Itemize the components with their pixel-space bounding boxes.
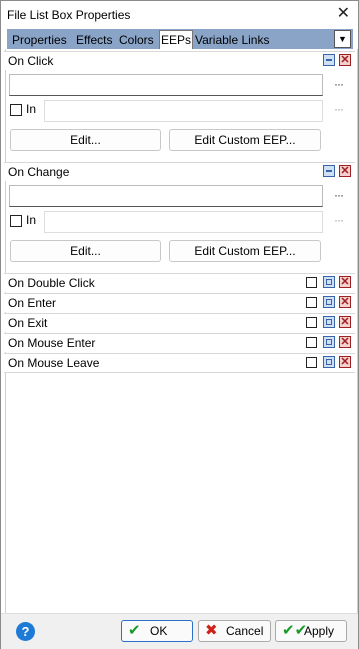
enable-checkbox[interactable]: [306, 277, 317, 288]
remove-icon[interactable]: ✕: [339, 165, 351, 177]
enable-checkbox[interactable]: [306, 317, 317, 328]
section-on-mouse-enter-header: On Mouse Enter ✕: [4, 333, 355, 352]
on-change-action-field[interactable]: [9, 185, 323, 207]
properties-dialog: File List Box Properties ✕ Properties Ef…: [0, 0, 359, 649]
expand-icon[interactable]: [323, 316, 335, 328]
remove-icon[interactable]: ✕: [339, 316, 351, 328]
section-label: On Double Click: [8, 276, 95, 290]
on-change-in-browse-button[interactable]: ···: [334, 213, 344, 227]
ok-label: OK: [150, 624, 168, 638]
section-on-change-label: On Change: [8, 165, 70, 179]
section-on-exit-header: On Exit ✕: [4, 313, 355, 332]
on-change-edit-button[interactable]: Edit...: [10, 240, 161, 262]
on-change-in-field[interactable]: [44, 211, 323, 233]
window-title: File List Box Properties: [7, 8, 131, 22]
expand-icon[interactable]: [323, 336, 335, 348]
remove-icon[interactable]: ✕: [339, 356, 351, 368]
section-label: On Mouse Leave: [8, 356, 100, 370]
section-on-double-click-header: On Double Click ✕: [4, 273, 355, 292]
on-click-in-browse-button[interactable]: ···: [334, 102, 344, 116]
tab-bar: Properties Effects Colors EEPs Variable …: [7, 29, 353, 50]
section-on-mouse-leave-header: On Mouse Leave ✕: [4, 353, 355, 373]
on-click-in-checkbox[interactable]: [10, 104, 22, 116]
on-click-in-field[interactable]: [44, 100, 323, 122]
on-change-in-label: In: [26, 213, 37, 227]
tab-colors[interactable]: Colors: [119, 31, 154, 49]
collapse-icon[interactable]: [323, 165, 335, 177]
on-change-in-checkbox[interactable]: [10, 215, 22, 227]
expand-icon[interactable]: [323, 356, 335, 368]
enable-checkbox[interactable]: [306, 337, 317, 348]
section-on-click-header: On Click ✕: [4, 51, 355, 70]
section-on-enter-header: On Enter ✕: [4, 293, 355, 312]
enable-checkbox[interactable]: [306, 297, 317, 308]
on-click-edit-button[interactable]: Edit...: [10, 129, 161, 151]
tab-eeps[interactable]: EEPs: [159, 30, 194, 50]
expand-icon[interactable]: [323, 276, 335, 288]
on-change-edit-custom-button[interactable]: Edit Custom EEP...: [169, 240, 321, 262]
title-bar: File List Box Properties ✕: [1, 1, 358, 28]
section-label: On Enter: [8, 296, 57, 310]
section-on-change-header: On Change ✕: [4, 162, 355, 181]
tab-properties[interactable]: Properties: [12, 31, 67, 49]
expand-icon[interactable]: [323, 296, 335, 308]
on-change-browse-button[interactable]: ···: [334, 188, 344, 202]
cancel-label: Cancel: [226, 624, 264, 638]
enable-checkbox[interactable]: [306, 357, 317, 368]
help-icon[interactable]: ?: [16, 622, 35, 641]
cancel-button[interactable]: ✖ Cancel: [198, 620, 271, 642]
on-click-in-label: In: [26, 102, 37, 116]
apply-button[interactable]: ✔✔ Apply: [275, 620, 347, 642]
apply-label: Apply: [304, 624, 335, 638]
remove-icon[interactable]: ✕: [339, 336, 351, 348]
close-icon[interactable]: ✕: [337, 5, 350, 23]
section-on-click-label: On Click: [8, 54, 54, 68]
cross-icon: ✖: [205, 622, 218, 639]
on-click-action-field[interactable]: [9, 74, 323, 96]
remove-icon[interactable]: ✕: [339, 296, 351, 308]
tab-variable-links[interactable]: Variable Links: [195, 31, 269, 49]
section-label: On Mouse Enter: [8, 336, 96, 350]
dialog-footer: ? ✔ OK ✖ Cancel ✔✔ Apply: [1, 613, 358, 649]
tab-effects[interactable]: Effects: [76, 31, 112, 49]
on-click-edit-custom-button[interactable]: Edit Custom EEP...: [169, 129, 321, 151]
remove-icon[interactable]: ✕: [339, 54, 351, 66]
tab-overflow-dropdown[interactable]: ▼: [334, 30, 351, 48]
remove-icon[interactable]: ✕: [339, 276, 351, 288]
checkmark-icon: ✔: [128, 622, 141, 639]
collapse-icon[interactable]: [323, 54, 335, 66]
on-click-browse-button[interactable]: ···: [334, 77, 344, 91]
section-label: On Exit: [8, 316, 48, 330]
ok-button[interactable]: ✔ OK: [121, 620, 193, 642]
